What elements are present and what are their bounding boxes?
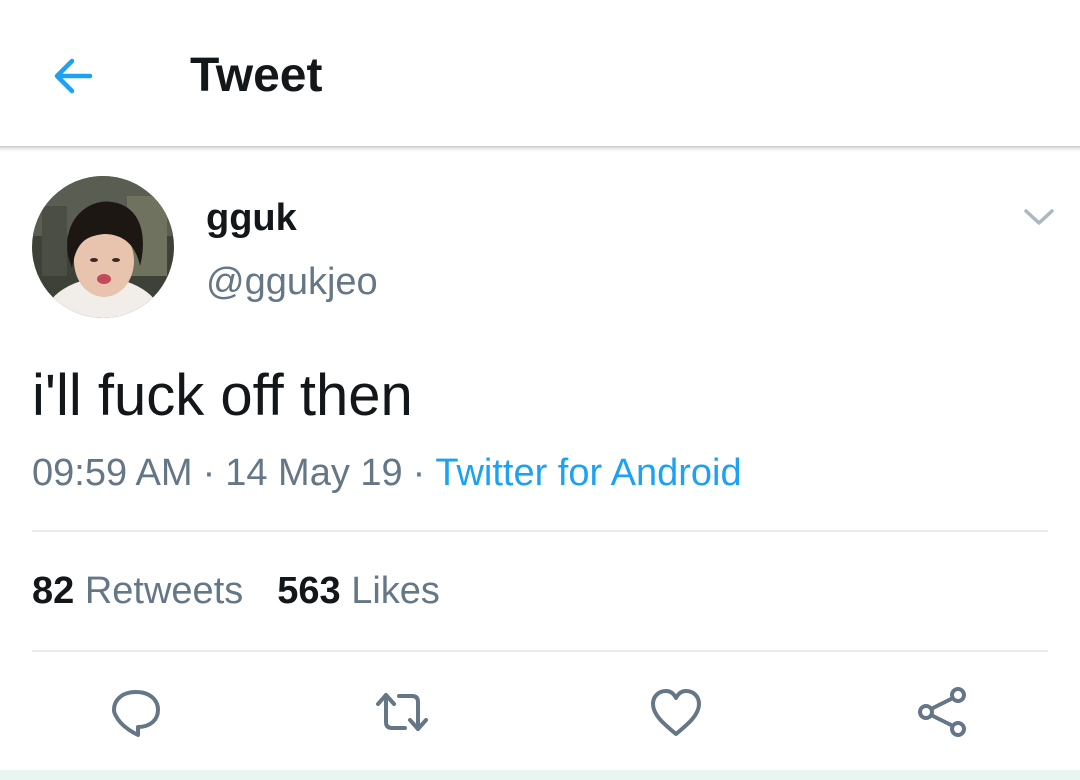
retweets-label: Retweets [84,570,244,612]
reply-icon[interactable] [106,684,166,740]
separator: · [412,452,426,494]
tweet-stats: 82 Retweets 563 Likes [32,566,440,616]
separator: · [202,452,216,494]
bottom-edge [0,770,1080,780]
divider [32,530,1048,532]
retweets-count: 82 [32,570,75,612]
header-divider [0,146,1080,152]
chevron-down-icon[interactable] [1016,198,1062,234]
user-avatar-photo [32,176,174,318]
tweet-time: 09:59 AM [32,452,193,494]
author-handle: @ggukjeo [206,261,378,303]
likes-count: 563 [277,570,341,612]
top-app-bar: Tweet [0,0,1080,148]
retweet-icon[interactable] [372,684,432,740]
likes-stat[interactable]: 563 Likes [277,570,440,612]
retweets-stat[interactable]: 82 Retweets [32,570,243,612]
share-icon[interactable] [912,684,972,740]
page-title: Tweet [190,49,323,102]
avatar[interactable] [32,176,174,318]
tweet-date: 14 May 19 [225,452,403,494]
like-heart-icon[interactable] [646,684,706,740]
tweet-text: i'll fuck off then [32,363,413,428]
likes-label: Likes [351,570,440,612]
tweet-source-link[interactable]: Twitter for Android [435,452,741,494]
arrow-left-icon[interactable] [46,48,102,104]
tweet-meta: 09:59 AM · 14 May 19 · Twitter for Android [32,448,742,498]
divider [32,650,1048,652]
author-name[interactable]: gguk [206,194,297,242]
